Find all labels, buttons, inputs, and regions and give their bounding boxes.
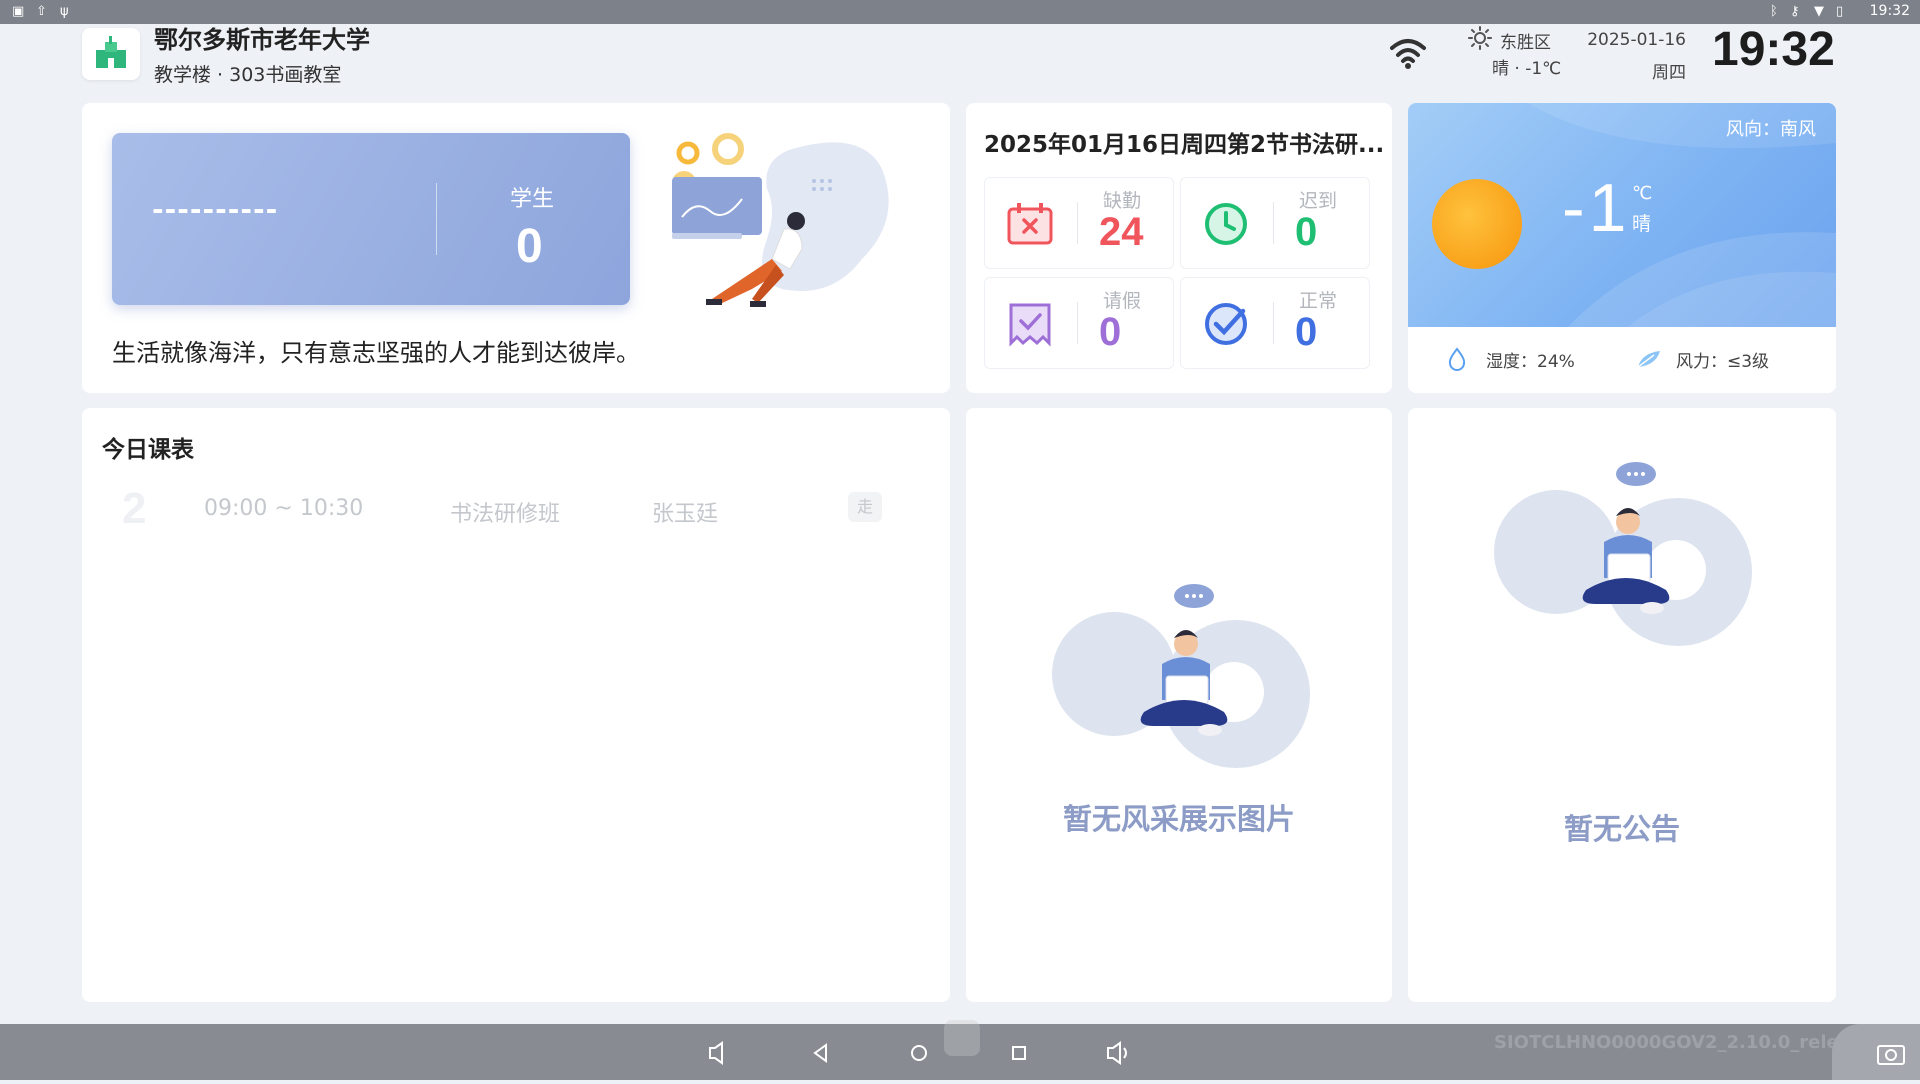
volume-down-button[interactable]	[704, 1038, 734, 1068]
leave-stat[interactable]: 请假 0	[984, 277, 1174, 369]
weather-card: 风向：南风 -1 ℃ 晴 湿度：24% 风力：≤3级	[1408, 103, 1836, 393]
build-version: SIOTCLHNO0000GOV2_2.10.0_release	[1494, 1032, 1874, 1053]
schedule-title: 今日课表	[102, 437, 194, 463]
school-name: 鄂尔多斯市老年大学	[154, 26, 370, 54]
check-circle-icon	[1203, 301, 1249, 347]
header-weather-condition: 晴 · -1℃	[1492, 59, 1562, 79]
clock-icon	[1203, 201, 1249, 247]
empty-gallery-illustration	[1044, 584, 1314, 784]
absent-stat[interactable]: 缺勤 24	[984, 177, 1174, 269]
schedule-card: 今日课表 2 09:00 ~ 10:30 书法研修班 张玉廷 走	[82, 408, 950, 1002]
screenshot-button[interactable]	[1832, 1024, 1920, 1080]
back-button[interactable]	[806, 1038, 836, 1068]
floating-assist-button[interactable]	[944, 1020, 980, 1056]
period-number: 2	[122, 484, 147, 533]
header-date: 2025-01-16 周四	[1580, 30, 1686, 83]
notice-card: 暂无公告	[1408, 408, 1836, 1002]
home-button[interactable]	[904, 1038, 934, 1068]
sun-icon	[1432, 179, 1522, 269]
welcome-card: ---------- 学生 0 生活就像海洋，只有意志坚强的人才能到达彼岸。	[82, 103, 950, 393]
calendar-x-icon	[1007, 201, 1053, 247]
class-status-badge: 走	[848, 492, 882, 522]
wifi-icon	[1388, 36, 1428, 70]
person-chart-illustration	[672, 129, 902, 319]
upload-icon: ⇧	[36, 4, 47, 19]
notice-empty-text: 暂无公告	[1563, 812, 1680, 846]
banner-divider	[436, 183, 437, 255]
wind-direction: 风向：南风	[1726, 119, 1816, 140]
late-stat[interactable]: 迟到 0	[1180, 177, 1370, 269]
battery-icon: ▯	[1836, 4, 1844, 19]
leave-label: 请假	[1103, 290, 1142, 312]
image-notification-icon: ▣	[12, 4, 25, 19]
wifi-status-icon: ▼	[1814, 4, 1824, 19]
vpn-key-icon: ⚷	[1790, 4, 1800, 19]
absent-count: 24	[1099, 210, 1144, 254]
room-name: 教学楼 · 303书画教室	[154, 64, 342, 86]
absent-label: 缺勤	[1103, 190, 1142, 212]
volume-up-button[interactable]	[1104, 1038, 1134, 1068]
schedule-row[interactable]: 2 09:00 ~ 10:30 书法研修班 张玉廷 走	[122, 478, 922, 538]
wind-power-text: 风力：≤3级	[1676, 352, 1770, 372]
school-logo	[82, 28, 140, 80]
cell-divider	[1273, 302, 1274, 344]
recents-button[interactable]	[1004, 1038, 1034, 1068]
cell-divider	[1077, 302, 1078, 344]
normal-count: 0	[1295, 310, 1318, 354]
gallery-empty-text: 暂无风采展示图片	[1062, 802, 1295, 836]
district-label: 东胜区	[1500, 33, 1551, 53]
teacher-name: 张玉廷	[652, 502, 719, 527]
camera-icon	[1877, 1045, 1905, 1065]
header-clock: 19:32	[1712, 23, 1835, 76]
normal-label: 正常	[1299, 290, 1338, 312]
temperature-value: -1	[1562, 170, 1631, 246]
temperature-unit: ℃	[1632, 183, 1653, 204]
status-time: 19:32	[1869, 3, 1910, 19]
teacher-name-placeholder: ----------	[152, 193, 279, 226]
weekday-label: 周四	[1652, 63, 1686, 83]
humidity-drop-icon	[1448, 347, 1466, 371]
leave-note-icon	[1007, 301, 1053, 347]
student-label: 学生	[510, 187, 555, 212]
motto-text: 生活就像海洋，只有意志坚强的人才能到达彼岸。	[112, 339, 640, 367]
leave-count: 0	[1099, 310, 1122, 354]
class-time: 09:00 ~ 10:30	[204, 496, 364, 521]
gallery-card: 暂无风采展示图片	[966, 408, 1392, 1002]
attendance-card: 2025年01月16日周四第2节书法研... 缺勤 24 迟到 0 请假 0 正…	[966, 103, 1392, 393]
student-count: 0	[516, 220, 543, 273]
cell-divider	[1273, 202, 1274, 244]
humidity-text: 湿度：24%	[1486, 352, 1575, 372]
late-count: 0	[1295, 210, 1318, 254]
wind-leaf-icon	[1636, 349, 1662, 369]
date-label: 2025-01-16	[1587, 30, 1686, 50]
sun-icon	[1468, 26, 1492, 50]
normal-stat[interactable]: 正常 0	[1180, 277, 1370, 369]
cell-divider	[1077, 202, 1078, 244]
weather-condition: 晴	[1632, 213, 1652, 235]
late-label: 迟到	[1299, 190, 1338, 212]
empty-notice-illustration	[1486, 462, 1756, 662]
course-name: 书法研修班	[450, 502, 561, 527]
bluetooth-icon: ᛒ	[1770, 4, 1778, 19]
student-stat-banner: ---------- 学生 0	[112, 133, 630, 305]
usb-icon: ψ	[60, 4, 69, 19]
attendance-title: 2025年01月16日周四第2节书法研...	[984, 132, 1384, 158]
